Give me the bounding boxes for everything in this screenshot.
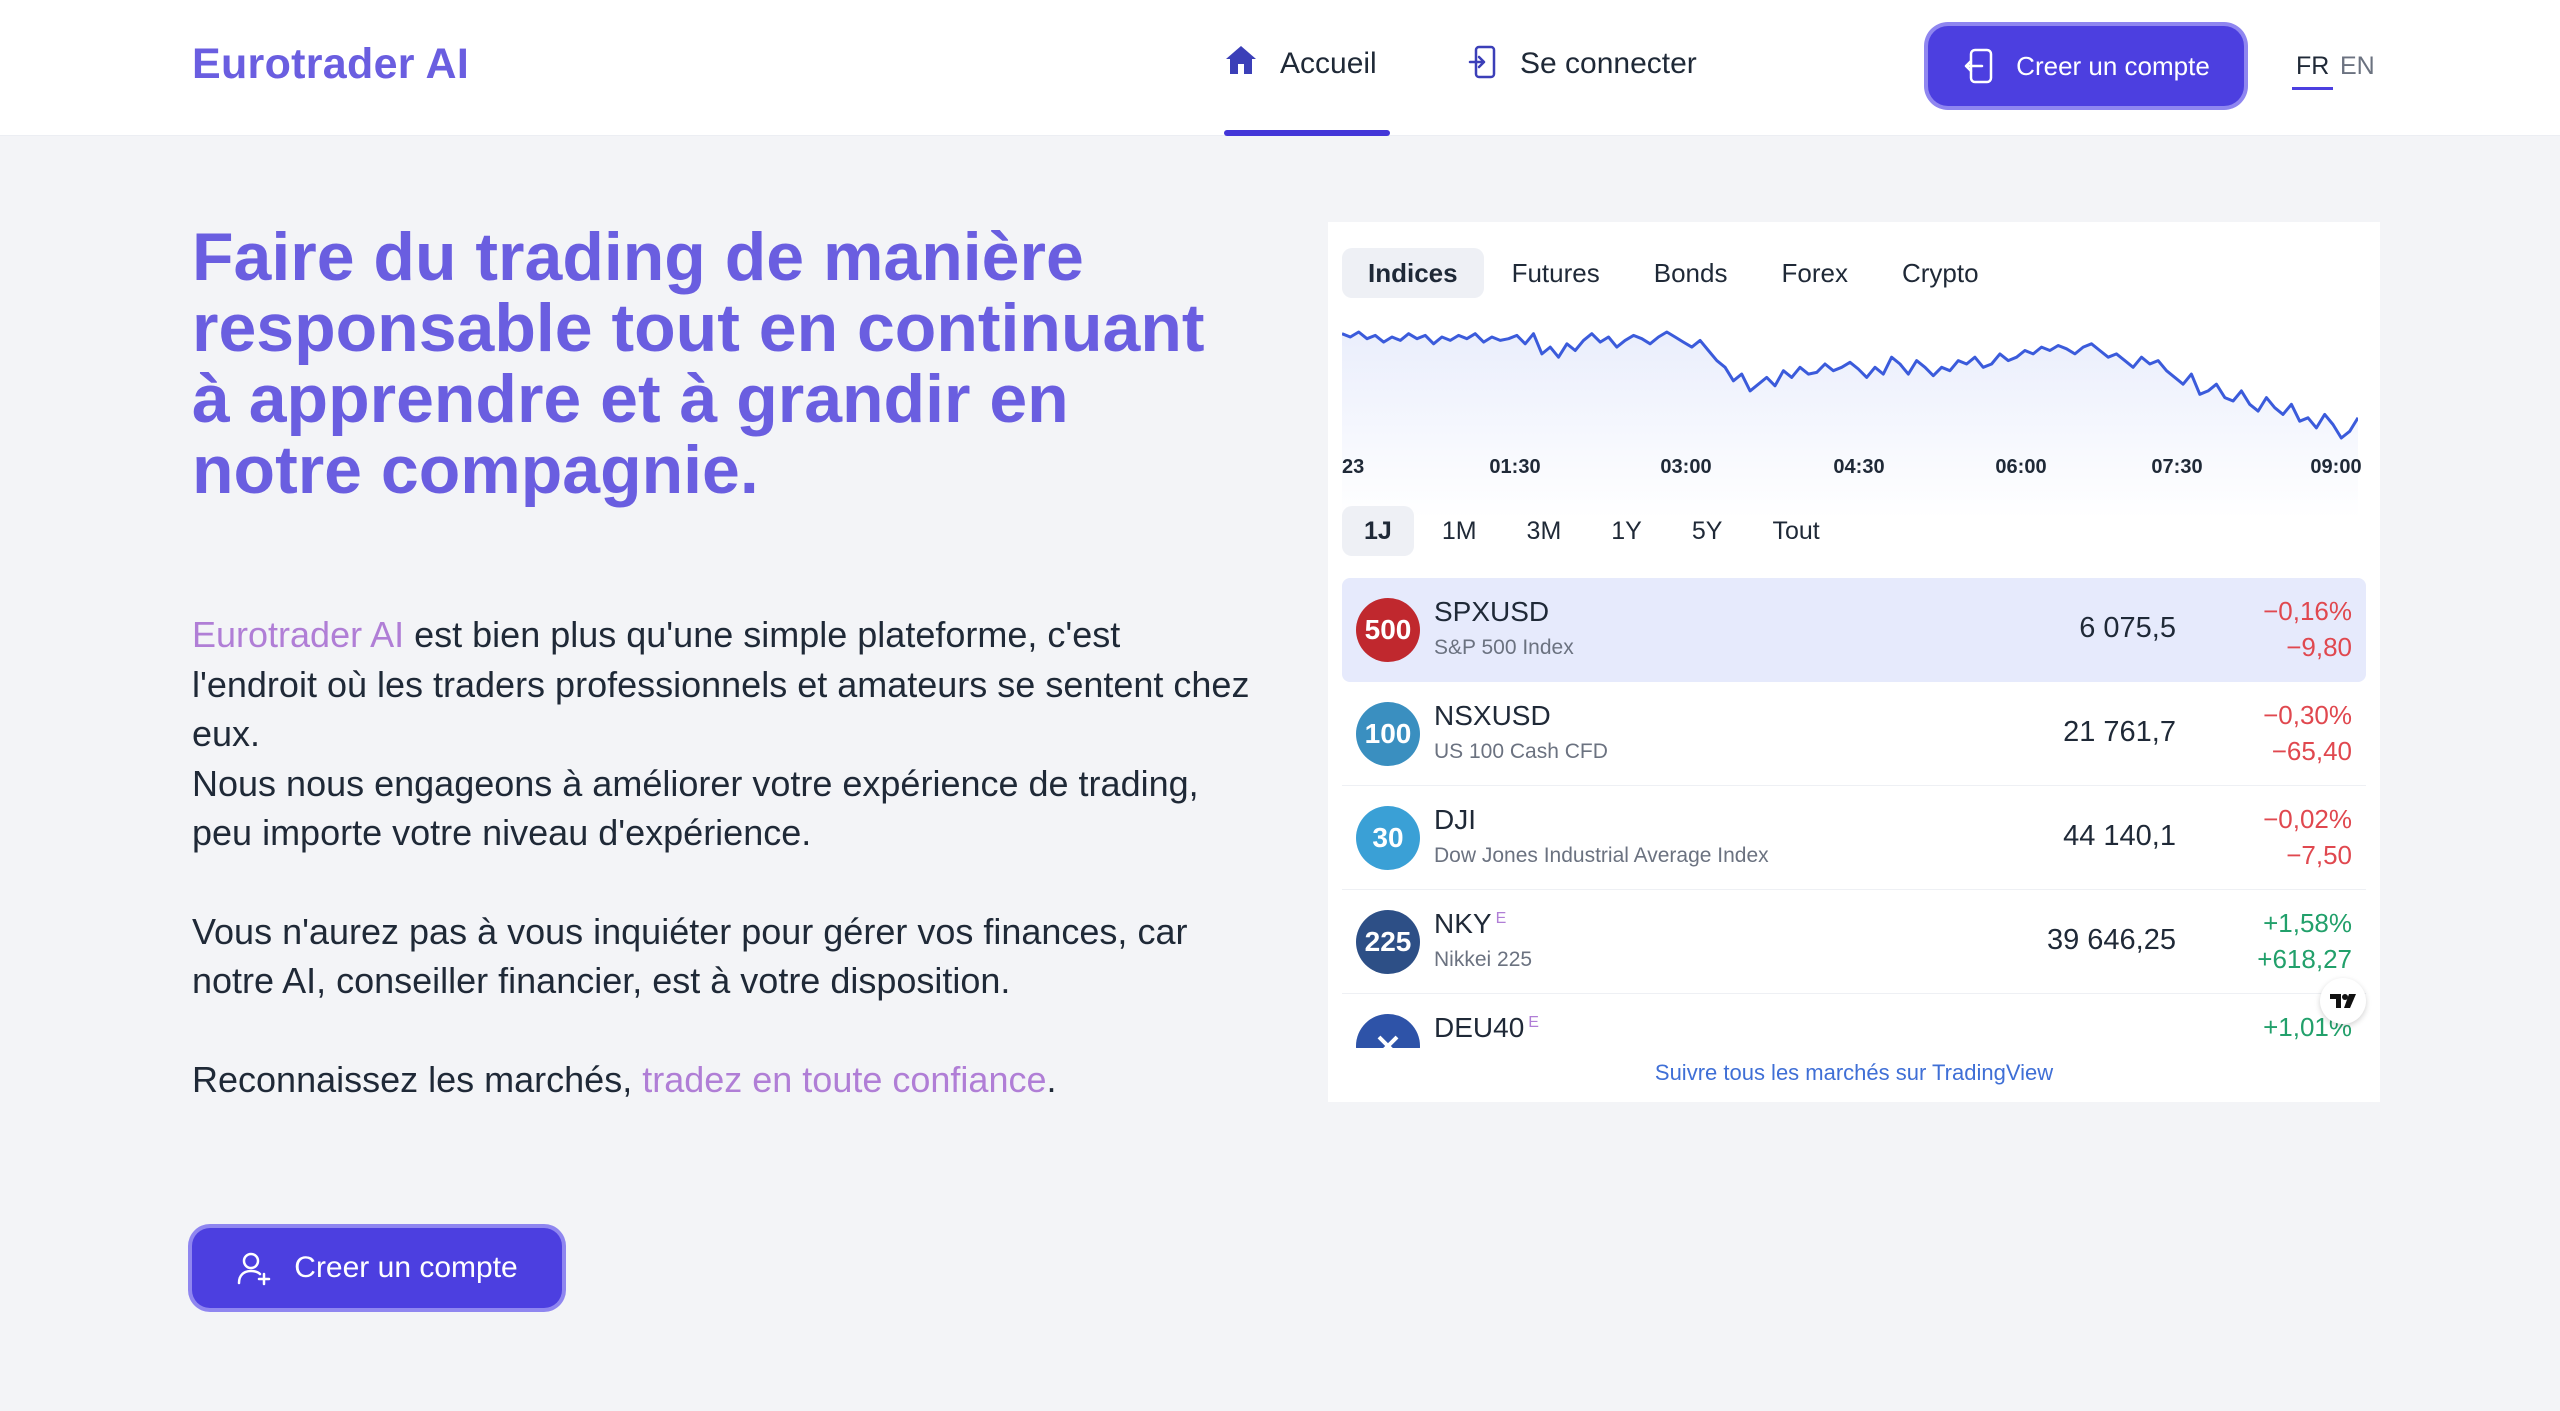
symbol-ticker-text: DEU40 bbox=[1434, 1012, 1525, 1043]
hero-paragraph-3-end: . bbox=[1046, 1058, 1057, 1100]
symbol-exchange-marker: E bbox=[1495, 909, 1507, 927]
nav-login[interactable]: Se connecter bbox=[1468, 36, 1697, 136]
tab-crypto[interactable]: Crypto bbox=[1876, 248, 2005, 298]
symbol-row-spxusd[interactable]: 500 SPXUSD S&P 500 Index 6 075,5 −0,16% −9,80 bbox=[1342, 578, 2366, 682]
tab-indices[interactable]: Indices bbox=[1342, 248, 1484, 298]
symbol-badge: 225 bbox=[1356, 910, 1420, 974]
symbol-change-value: −7,50 bbox=[2286, 840, 2352, 870]
home-icon bbox=[1226, 46, 1256, 74]
tab-forex[interactable]: Forex bbox=[1755, 248, 1873, 298]
symbol-ticker: DJI bbox=[1434, 804, 1476, 836]
chart-x-axis: 23 01:30 03:00 04:30 06:00 07:30 09:00 bbox=[1342, 456, 2372, 486]
eu-flag-icon bbox=[1377, 1035, 1399, 1048]
symbol-change-value: −65,40 bbox=[2271, 736, 2352, 766]
login-icon bbox=[1468, 45, 1496, 79]
market-overview-widget: Indices Futures Bonds Forex Crypto 23 01:30 03… bbox=[1328, 222, 2380, 1102]
tradingview-mark-icon bbox=[2330, 994, 2356, 1008]
range-selector: 1J 1M 3M 1Y 5Y Tout bbox=[1342, 506, 1848, 556]
tab-bonds[interactable]: Bonds bbox=[1628, 248, 1754, 298]
symbol-price: 44 140,1 bbox=[2063, 820, 2176, 852]
chart-area-fill bbox=[1342, 332, 2358, 518]
range-tout[interactable]: Tout bbox=[1750, 506, 1841, 556]
x-tick-label: 06:00 bbox=[1995, 456, 2047, 478]
top-header: Eurotrader AI Accueil Se connecter Creer… bbox=[0, 0, 2560, 136]
symbol-change-percent: −0,02% bbox=[2263, 804, 2352, 834]
x-tick-label: 04:30 bbox=[1833, 456, 1885, 478]
symbol-row-deu40[interactable]: DEU40 E +1,01% bbox=[1342, 994, 2366, 1048]
symbol-row-dji[interactable]: 30 DJI Dow Jones Industrial Average Index 4… bbox=[1342, 786, 2366, 890]
symbol-ticker: DEU40 E bbox=[1434, 1012, 1539, 1044]
symbol-ticker: NSXUSD bbox=[1434, 700, 1551, 732]
symbol-change-percent: −0,16% bbox=[2263, 596, 2352, 626]
symbol-ticker-text: NKY bbox=[1434, 908, 1492, 939]
add-user-icon bbox=[238, 1252, 271, 1286]
symbol-list: 500 SPXUSD S&P 500 Index 6 075,5 −0,16% −9,80… bbox=[1342, 578, 2366, 1048]
symbol-price: 39 646,25 bbox=[2046, 924, 2176, 956]
header-create-account-button[interactable]: Creer un compte bbox=[1928, 26, 2244, 106]
symbol-price: 21 761,7 bbox=[2063, 716, 2176, 748]
symbol-ticker-text: DJI bbox=[1434, 804, 1476, 835]
x-tick-label: 07:30 bbox=[2151, 456, 2203, 478]
symbol-badge bbox=[1356, 1014, 1420, 1048]
range-1m[interactable]: 1M bbox=[1420, 506, 1499, 556]
hero-paragraph-3: Reconnaissez les marchés, tradez en tout… bbox=[192, 1055, 1252, 1105]
active-nav-indicator bbox=[1224, 130, 1390, 136]
tab-futures[interactable]: Futures bbox=[1486, 248, 1626, 298]
symbol-exchange-marker: E bbox=[1528, 1013, 1539, 1031]
nav-home[interactable]: Accueil bbox=[1224, 36, 1390, 136]
x-tick-label: 09:00 bbox=[2310, 456, 2362, 478]
symbol-row-nsxusd[interactable]: 100 NSXUSD US 100 Cash CFD 21 761,7 −0,30% −6… bbox=[1342, 682, 2366, 786]
symbol-change-value: −9,80 bbox=[2286, 632, 2352, 662]
symbol-description: US 100 Cash CFD bbox=[1434, 740, 1608, 763]
symbol-change-percent: −0,30% bbox=[2263, 700, 2352, 730]
brand-mention: Eurotrader AI bbox=[192, 614, 405, 655]
x-tick-label: 23 bbox=[1342, 456, 1365, 478]
symbol-row-nky[interactable]: 225 NKY E Nikkei 225 39 646,25 +1,58% +618,27 bbox=[1342, 890, 2366, 994]
range-1y[interactable]: 1Y bbox=[1589, 506, 1664, 556]
tradingview-follow-link[interactable]: Suivre tous les marchés sur TradingView bbox=[1328, 1060, 2380, 1086]
x-tick-label: 01:30 bbox=[1489, 456, 1541, 478]
range-5y[interactable]: 5Y bbox=[1670, 506, 1745, 556]
symbol-ticker-text: SPXUSD bbox=[1434, 596, 1550, 627]
symbol-price: 6 075,5 bbox=[2079, 612, 2176, 644]
symbol-change-percent: +1,58% bbox=[2263, 908, 2352, 938]
brand-logo[interactable]: Eurotrader AI bbox=[192, 40, 469, 89]
symbol-description: Dow Jones Industrial Average Index bbox=[1434, 844, 1769, 867]
language-en[interactable]: EN bbox=[2340, 52, 2375, 81]
login-icon bbox=[1964, 48, 1993, 84]
hero-title: Faire du trading de manière responsable … bbox=[192, 219, 1205, 508]
symbol-change-value: +618,27 bbox=[2257, 944, 2352, 974]
hero-paragraph-1: Eurotrader AI est bien plus qu'une simpl… bbox=[192, 610, 1252, 858]
hero-paragraph-3-start: Reconnaissez les marchés, bbox=[192, 1058, 643, 1100]
symbol-description: S&P 500 Index bbox=[1434, 636, 1574, 659]
hero-tagline-accent: tradez en toute confiance bbox=[642, 1058, 1047, 1100]
hero-paragraph-2: Vous n'aurez pas à vous inquiéter pour g… bbox=[192, 910, 1188, 1002]
symbol-badge: 100 bbox=[1356, 702, 1420, 766]
symbol-badge: 500 bbox=[1356, 598, 1420, 662]
market-tabs: Indices Futures Bonds Forex Crypto bbox=[1342, 248, 2007, 298]
symbol-ticker-text: NSXUSD bbox=[1434, 700, 1551, 731]
header-create-account-label: Creer un compte bbox=[2016, 50, 2210, 81]
nav-home-label: Accueil bbox=[1280, 47, 1377, 80]
index-line-chart bbox=[1342, 330, 2358, 518]
nav-login-label: Se connecter bbox=[1520, 47, 1697, 80]
hero-text: Eurotrader AI est bien plus qu'une simpl… bbox=[192, 610, 1252, 1153]
language-fr[interactable]: FR bbox=[2292, 52, 2334, 90]
hero-paragraph-1-line2: Nous nous engageons à améliorer votre ex… bbox=[192, 762, 1199, 854]
tradingview-logo-icon[interactable] bbox=[2320, 978, 2366, 1024]
x-tick-label: 03:00 bbox=[1660, 456, 1712, 478]
symbol-description: Nikkei 225 bbox=[1434, 948, 1533, 971]
range-3m[interactable]: 3M bbox=[1505, 506, 1584, 556]
hero-create-account-label: Creer un compte bbox=[294, 1251, 518, 1284]
symbol-ticker: SPXUSD bbox=[1434, 596, 1549, 628]
symbol-ticker: NKY E bbox=[1434, 908, 1506, 940]
hero-create-account-button[interactable]: Creer un compte bbox=[192, 1228, 562, 1308]
range-1j[interactable]: 1J bbox=[1342, 506, 1414, 556]
symbol-badge: 30 bbox=[1356, 806, 1420, 870]
